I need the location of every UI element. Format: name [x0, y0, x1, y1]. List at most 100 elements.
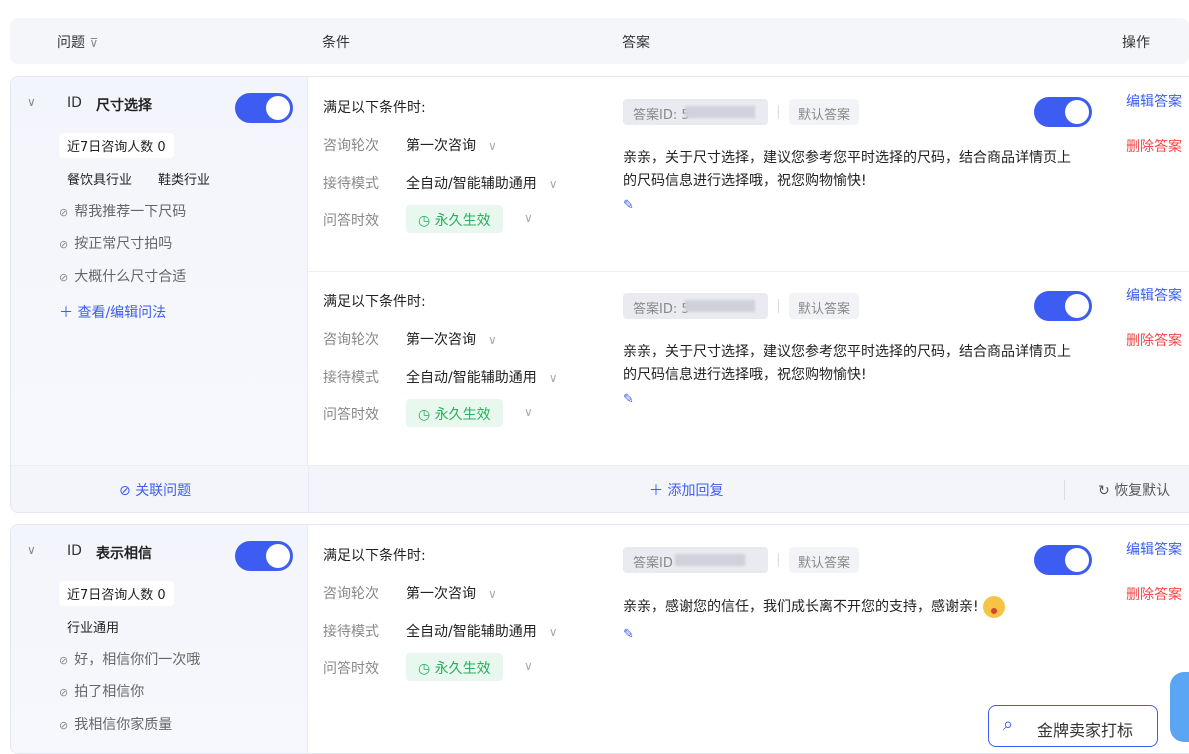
effect-badge[interactable]: ◷ 永久生效	[406, 653, 503, 681]
search-icon: ⌕	[1003, 714, 1014, 735]
kiss-emoji-icon	[983, 596, 1006, 618]
answer-id-badge: 答案ID	[623, 547, 768, 573]
question-item: ⊘ 大概什么尺寸合适	[59, 269, 187, 285]
chevron-down-icon[interactable]: ∨	[27, 543, 36, 557]
effect-label: 问答时效	[323, 407, 379, 423]
delete-answer-button[interactable]: 删除答案	[1126, 584, 1182, 604]
question-item: ⊘ 帮我推荐一下尺码	[59, 204, 187, 220]
clock-icon: ◷	[418, 213, 431, 229]
header-question: 问题 ⊽	[57, 35, 99, 51]
restore-default-button[interactable]: ↻ 恢复默认	[1098, 480, 1170, 500]
assistant-float-icon[interactable]	[1170, 672, 1189, 742]
chevron-down-icon[interactable]: ∨	[27, 95, 36, 109]
answer-toggle[interactable]	[1034, 545, 1092, 575]
edit-pen-icon[interactable]: ✎	[623, 627, 634, 642]
mode-select[interactable]: 全自动/智能辅助通用 ∨	[406, 367, 558, 387]
mode-select[interactable]: 全自动/智能辅助通用 ∨	[406, 621, 558, 641]
edit-answer-button[interactable]: 编辑答案	[1126, 91, 1182, 111]
clock-icon: ◷	[418, 661, 431, 677]
chevron-down-icon: ∨	[548, 177, 558, 191]
question-icon: ⊘	[59, 654, 69, 667]
question-icon: ⊘	[59, 206, 69, 219]
add-reply-button[interactable]: ＋ 添加回复	[649, 480, 723, 500]
question-toggle[interactable]	[235, 541, 293, 571]
answer-toggle[interactable]	[1034, 291, 1092, 321]
link-question-button[interactable]: ⊘ 关联问题	[119, 480, 191, 500]
card-footer: ⊘ 关联问题 ＋ 添加回复 ↻ 恢复默认	[11, 465, 1189, 512]
divider	[1064, 480, 1065, 500]
plus-icon: ＋	[59, 305, 73, 321]
round-label: 咨询轮次	[323, 332, 379, 348]
effect-badge[interactable]: ◷ 永久生效	[406, 399, 503, 427]
delete-answer-button[interactable]: 删除答案	[1126, 136, 1182, 156]
consult-count: 近7日咨询人数 0	[59, 133, 174, 158]
question-item: ⊘ 按正常尺寸拍吗	[59, 236, 173, 252]
chevron-down-icon[interactable]: ∨	[524, 211, 533, 225]
mode-label: 接待模式	[323, 176, 379, 192]
chevron-down-icon: ∨	[548, 371, 558, 385]
search-floating-box[interactable]: ⌕ 金牌卖家打标	[988, 705, 1158, 747]
question-id-label: ID	[67, 543, 82, 559]
clock-icon: ◷	[418, 407, 431, 423]
search-label: 金牌卖家打标	[1037, 721, 1134, 740]
question-toggle[interactable]	[235, 93, 293, 123]
divider	[778, 105, 779, 119]
answer-row: 满足以下条件时: 咨询轮次 第一次咨询 ∨ 接待模式 全自动/智能辅助通用 ∨ 问答…	[308, 271, 1189, 465]
round-select[interactable]: 第一次咨询 ∨	[406, 583, 497, 603]
mode-select[interactable]: 全自动/智能辅助通用 ∨	[406, 173, 558, 193]
header-answer: 答案	[622, 35, 650, 51]
round-label: 咨询轮次	[323, 138, 379, 154]
question-id-label: ID	[67, 95, 82, 111]
industry-tag: 行业通用	[67, 621, 120, 636]
edit-answer-button[interactable]: 编辑答案	[1126, 285, 1182, 305]
answer-id-badge: 答案ID: 5	[623, 99, 768, 125]
question-icon: ⊘	[59, 719, 69, 732]
question-title: 表示相信	[96, 546, 152, 562]
delete-answer-button[interactable]: 删除答案	[1126, 330, 1182, 350]
table-header: 问题 ⊽ 条件 答案 操作	[10, 18, 1189, 64]
edit-pen-icon[interactable]: ✎	[623, 198, 634, 213]
mode-label: 接待模式	[323, 624, 379, 640]
default-answer-tag: 默认答案	[789, 99, 860, 125]
chevron-down-icon[interactable]: ∨	[524, 659, 533, 673]
round-label: 咨询轮次	[323, 586, 379, 602]
condition-title: 满足以下条件时:	[323, 294, 426, 310]
view-edit-link[interactable]: ＋ 查看/编辑问法	[59, 302, 166, 322]
plus-icon: ＋	[649, 483, 663, 499]
answer-text: 亲亲，关于尺寸选择，建议您参考您平时选择的尺码，结合商品详情页上的尺码信息进行选…	[623, 150, 1071, 189]
divider	[778, 299, 779, 313]
chevron-down-icon: ∨	[488, 139, 497, 153]
round-select[interactable]: 第一次咨询 ∨	[406, 329, 497, 349]
divider	[778, 553, 779, 567]
refresh-icon: ↻	[1098, 483, 1110, 499]
effect-label: 问答时效	[323, 213, 379, 229]
question-item: ⊘ 拍了相信你	[59, 684, 145, 700]
question-item: ⊘ 我相信你家质量	[59, 717, 173, 733]
consult-count: 近7日咨询人数 0	[59, 581, 174, 606]
edit-answer-button[interactable]: 编辑答案	[1126, 539, 1182, 559]
question-column: ∨ ID 尺寸选择 近7日咨询人数 0 餐饮具行业 鞋类行业 ⊘ 帮我推荐一下尺码…	[11, 77, 308, 465]
round-select[interactable]: 第一次咨询 ∨	[406, 135, 497, 155]
answer-toggle[interactable]	[1034, 97, 1092, 127]
default-answer-tag: 默认答案	[789, 547, 860, 573]
chevron-down-icon[interactable]: ∨	[524, 405, 533, 419]
question-icon: ⊘	[59, 271, 69, 284]
edit-pen-icon[interactable]: ✎	[623, 392, 634, 407]
filter-icon[interactable]: ⊽	[89, 36, 98, 50]
mode-label: 接待模式	[323, 370, 379, 386]
chevron-down-icon: ∨	[548, 625, 558, 639]
question-item: ⊘ 好，相信你们一次哦	[59, 652, 201, 668]
default-answer-tag: 默认答案	[789, 293, 860, 319]
answer-text: 亲亲，关于尺寸选择，建议您参考您平时选择的尺码，结合商品详情页上的尺码信息进行选…	[623, 344, 1071, 383]
condition-title: 满足以下条件时:	[323, 548, 426, 564]
chevron-down-icon: ∨	[488, 333, 497, 347]
question-title: 尺寸选择	[96, 98, 152, 114]
question-column: ∨ ID 表示相信 近7日咨询人数 0 行业通用 ⊘ 好，相信你们一次哦 ⊘ 拍了相…	[11, 525, 308, 753]
effect-label: 问答时效	[323, 661, 379, 677]
answer-text: 亲亲，感谢您的信任，我们成长离不开您的支持，感谢亲!	[623, 596, 1073, 619]
divider	[308, 466, 309, 512]
effect-badge[interactable]: ◷ 永久生效	[406, 205, 503, 233]
industry-tag: 餐饮具行业	[67, 173, 133, 188]
answer-row: 满足以下条件时: 咨询轮次 第一次咨询 ∨ 接待模式 全自动/智能辅助通用 ∨ 问答…	[308, 77, 1189, 271]
condition-title: 满足以下条件时:	[323, 100, 426, 116]
